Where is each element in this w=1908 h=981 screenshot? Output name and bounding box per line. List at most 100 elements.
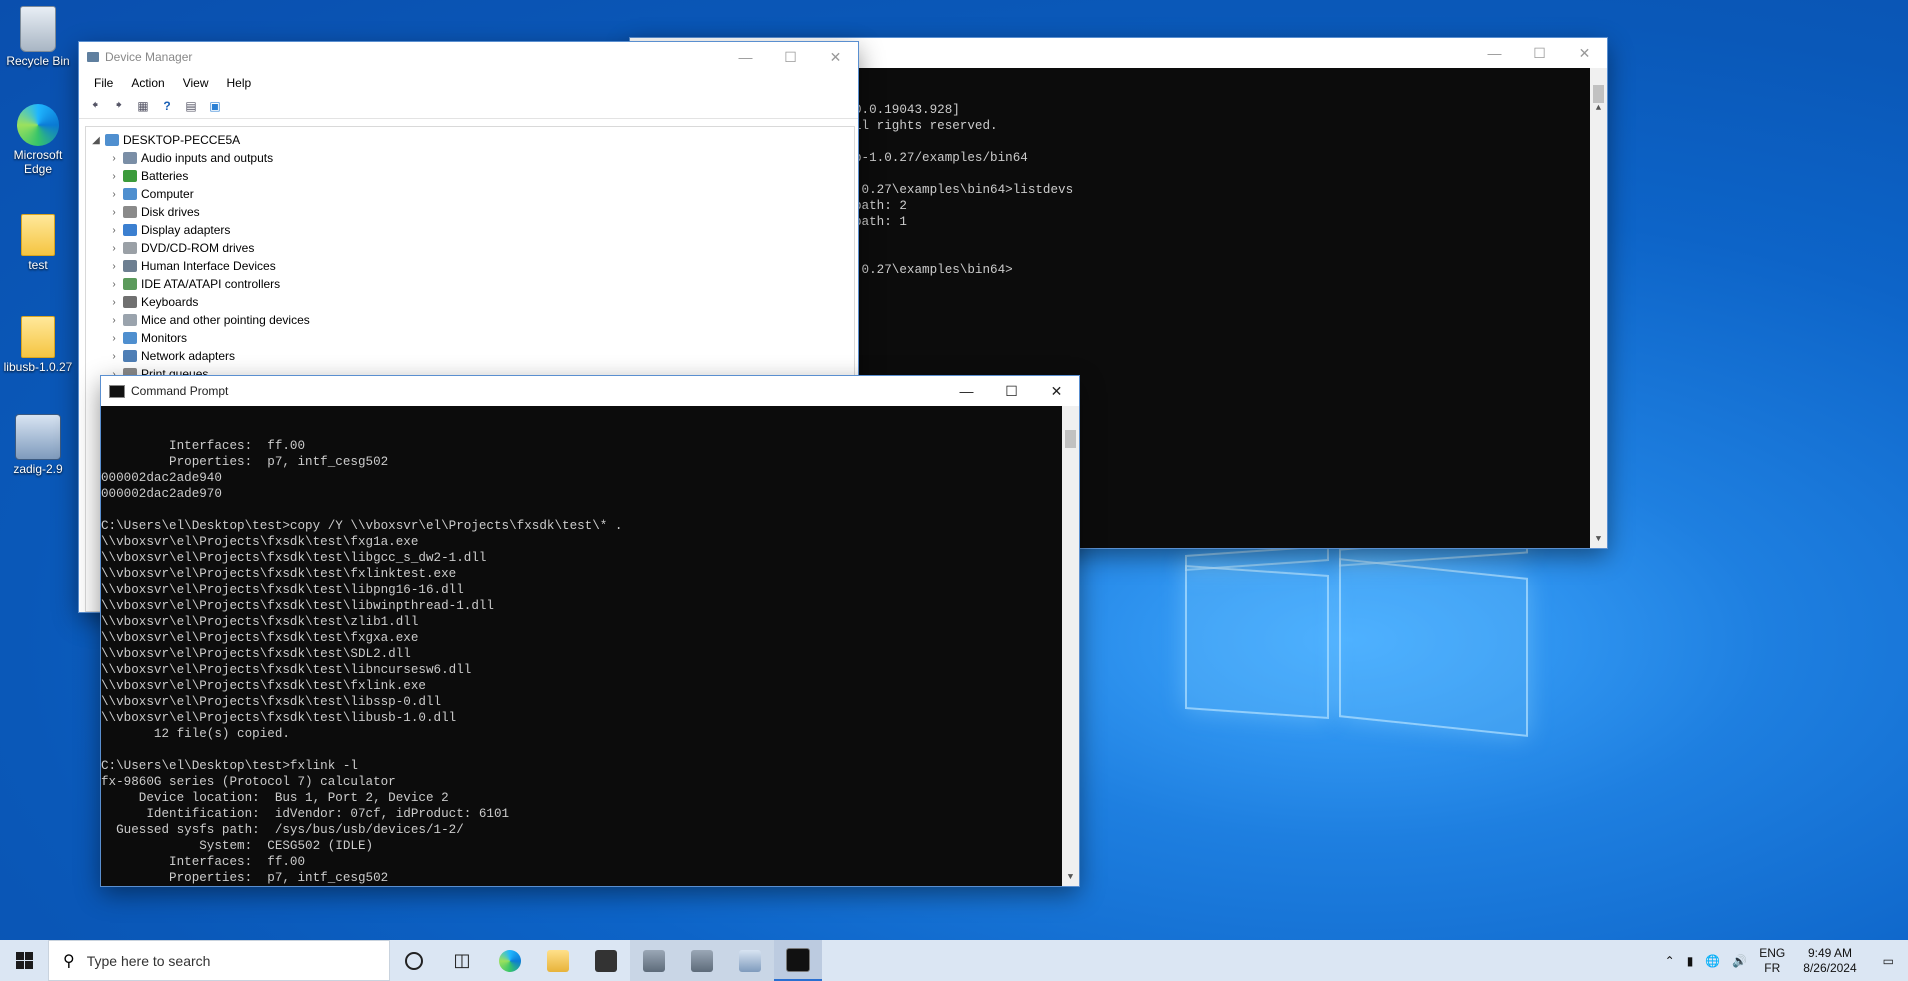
- device-category[interactable]: › Keyboards: [89, 293, 854, 311]
- battery-icon[interactable]: ▮: [1681, 954, 1700, 968]
- device-category[interactable]: › IDE ATA/ATAPI controllers: [89, 275, 854, 293]
- device-manager-titlebar[interactable]: Device Manager — ☐ ✕: [79, 42, 858, 72]
- close-button[interactable]: ✕: [813, 42, 858, 72]
- volume-icon[interactable]: 🔊: [1726, 954, 1753, 968]
- help-icon[interactable]: ?: [157, 97, 177, 115]
- device-category-label: Batteries: [141, 169, 189, 183]
- chevron-right-icon[interactable]: ›: [107, 153, 121, 164]
- scroll-thumb[interactable]: [1593, 85, 1604, 103]
- task-view-button[interactable]: ◫: [438, 940, 486, 981]
- monitor-scan-icon[interactable]: ▣: [205, 97, 225, 115]
- scroll-down-icon[interactable]: ▼: [1590, 531, 1607, 548]
- device-category[interactable]: › Display adapters: [89, 221, 854, 239]
- device-category-label: Network adapters: [141, 349, 236, 363]
- cortana-circle-icon: [405, 951, 423, 970]
- minimize-button[interactable]: —: [1472, 38, 1517, 68]
- menu-view[interactable]: View: [174, 76, 218, 90]
- device-category-icon: [123, 170, 137, 182]
- console-line: \\vboxsvr\el\Projects\fxsdk\test\fxg1a.e…: [101, 535, 419, 549]
- show-hide-tree-icon[interactable]: ▦: [133, 97, 153, 115]
- device-category-label: Display adapters: [141, 223, 231, 237]
- network-globe-icon[interactable]: 🌐: [1699, 954, 1726, 968]
- console-line: C:\Users\el\Desktop\test>fxlink -l: [101, 759, 358, 773]
- close-button[interactable]: ✕: [1034, 376, 1079, 406]
- chevron-right-icon[interactable]: ›: [107, 261, 121, 272]
- scroll-down-icon[interactable]: ▼: [1062, 869, 1079, 886]
- menu-help[interactable]: Help: [218, 76, 261, 90]
- taskbar-mail[interactable]: [582, 940, 630, 981]
- forward-arrow-icon[interactable]: 🠺: [109, 97, 129, 115]
- zadig-desktop-icon[interactable]: zadig-2.9: [0, 414, 76, 476]
- taskbar-zadig[interactable]: [726, 940, 774, 981]
- console-line: \\vboxsvr\el\Projects\fxsdk\test\libpng1…: [101, 583, 464, 597]
- maximize-button[interactable]: ☐: [989, 376, 1034, 406]
- taskbar-device-manager-1[interactable]: [630, 940, 678, 981]
- edge-desktop-icon[interactable]: Microsoft Edge: [0, 104, 76, 176]
- menu-file[interactable]: File: [85, 76, 122, 90]
- chevron-right-icon[interactable]: ›: [107, 171, 121, 182]
- minimize-button[interactable]: —: [944, 376, 989, 406]
- device-category-label: Computer: [141, 187, 194, 201]
- desktop: Recycle Bin Microsoft Edge test libusb-1…: [0, 0, 1908, 940]
- clock[interactable]: 9:49 AM 8/26/2024: [1791, 946, 1868, 976]
- device-category[interactable]: › Network adapters: [89, 347, 854, 365]
- console-line: Properties: p7, intf_cesg502: [101, 871, 389, 885]
- device-category[interactable]: › Audio inputs and outputs: [89, 149, 854, 167]
- command-prompt-window[interactable]: Command Prompt — ☐ ✕ Interfaces: ff.00 P…: [101, 376, 1079, 886]
- console-line: \\vboxsvr\el\Projects\fxsdk\test\libgcc_…: [101, 551, 487, 565]
- window-title: Device Manager: [105, 50, 193, 64]
- chevron-down-icon[interactable]: ◢: [89, 135, 103, 146]
- scroll-thumb[interactable]: [1065, 430, 1076, 448]
- device-category-icon: [123, 224, 137, 236]
- cortana-button[interactable]: [390, 940, 438, 981]
- chevron-right-icon[interactable]: ›: [107, 207, 121, 218]
- language-indicator[interactable]: ENG FR: [1753, 946, 1791, 976]
- properties-icon[interactable]: ▤: [181, 97, 201, 115]
- device-category[interactable]: › Batteries: [89, 167, 854, 185]
- chevron-right-icon[interactable]: ›: [107, 189, 121, 200]
- test-folder-desktop-icon[interactable]: test: [0, 214, 76, 272]
- libusb-folder-desktop-icon[interactable]: libusb-1.0.27: [0, 316, 76, 374]
- taskbar-command-prompt[interactable]: [774, 940, 822, 981]
- device-category[interactable]: › Disk drives: [89, 203, 854, 221]
- console-line: 000002dac2ade970: [101, 487, 222, 501]
- maximize-button[interactable]: ☐: [768, 42, 813, 72]
- chevron-right-icon[interactable]: ›: [107, 333, 121, 344]
- device-category-icon: [123, 332, 137, 344]
- taskbar-device-manager-2[interactable]: [678, 940, 726, 981]
- chevron-right-icon[interactable]: ›: [107, 225, 121, 236]
- tree-root[interactable]: ◢ DESKTOP-PECCE5A: [89, 131, 854, 149]
- device-category[interactable]: › DVD/CD-ROM drives: [89, 239, 854, 257]
- maximize-button[interactable]: ☐: [1517, 38, 1562, 68]
- cmd-console-output[interactable]: Interfaces: ff.00 Properties: p7, intf_c…: [101, 406, 1079, 886]
- device-category[interactable]: › Monitors: [89, 329, 854, 347]
- vertical-scrollbar[interactable]: ▲ ▼: [1590, 68, 1607, 548]
- start-button[interactable]: [0, 940, 48, 981]
- taskbar-file-explorer[interactable]: [534, 940, 582, 981]
- command-prompt-titlebar[interactable]: Command Prompt — ☐ ✕: [101, 376, 1079, 406]
- console-line: Interfaces: ff.00: [101, 439, 306, 453]
- device-category[interactable]: › Mice and other pointing devices: [89, 311, 854, 329]
- chevron-right-icon[interactable]: ›: [107, 279, 121, 290]
- minimize-button[interactable]: —: [723, 42, 768, 72]
- console-line: path: 2: [854, 199, 907, 213]
- chevron-right-icon[interactable]: ›: [107, 297, 121, 308]
- device-category-icon: [123, 278, 137, 290]
- folder-icon: [547, 949, 569, 972]
- vertical-scrollbar[interactable]: ▲ ▼: [1062, 406, 1079, 886]
- console-line: ll rights reserved.: [854, 119, 998, 133]
- chevron-right-icon[interactable]: ›: [107, 243, 121, 254]
- chevron-up-icon[interactable]: ⌃: [1659, 954, 1681, 968]
- device-category[interactable]: › Human Interface Devices: [89, 257, 854, 275]
- close-button[interactable]: ✕: [1562, 38, 1607, 68]
- menu-action[interactable]: Action: [122, 76, 173, 90]
- notification-icon[interactable]: ▭: [1869, 954, 1908, 968]
- taskbar-edge[interactable]: [486, 940, 534, 981]
- recycle-bin-desktop-icon[interactable]: Recycle Bin: [0, 6, 76, 68]
- chevron-right-icon[interactable]: ›: [107, 315, 121, 326]
- chevron-right-icon[interactable]: ›: [107, 351, 121, 362]
- device-category[interactable]: › Computer: [89, 185, 854, 203]
- search-box[interactable]: ⚲ Type here to search: [48, 940, 390, 981]
- back-arrow-icon[interactable]: 🠸: [85, 97, 105, 115]
